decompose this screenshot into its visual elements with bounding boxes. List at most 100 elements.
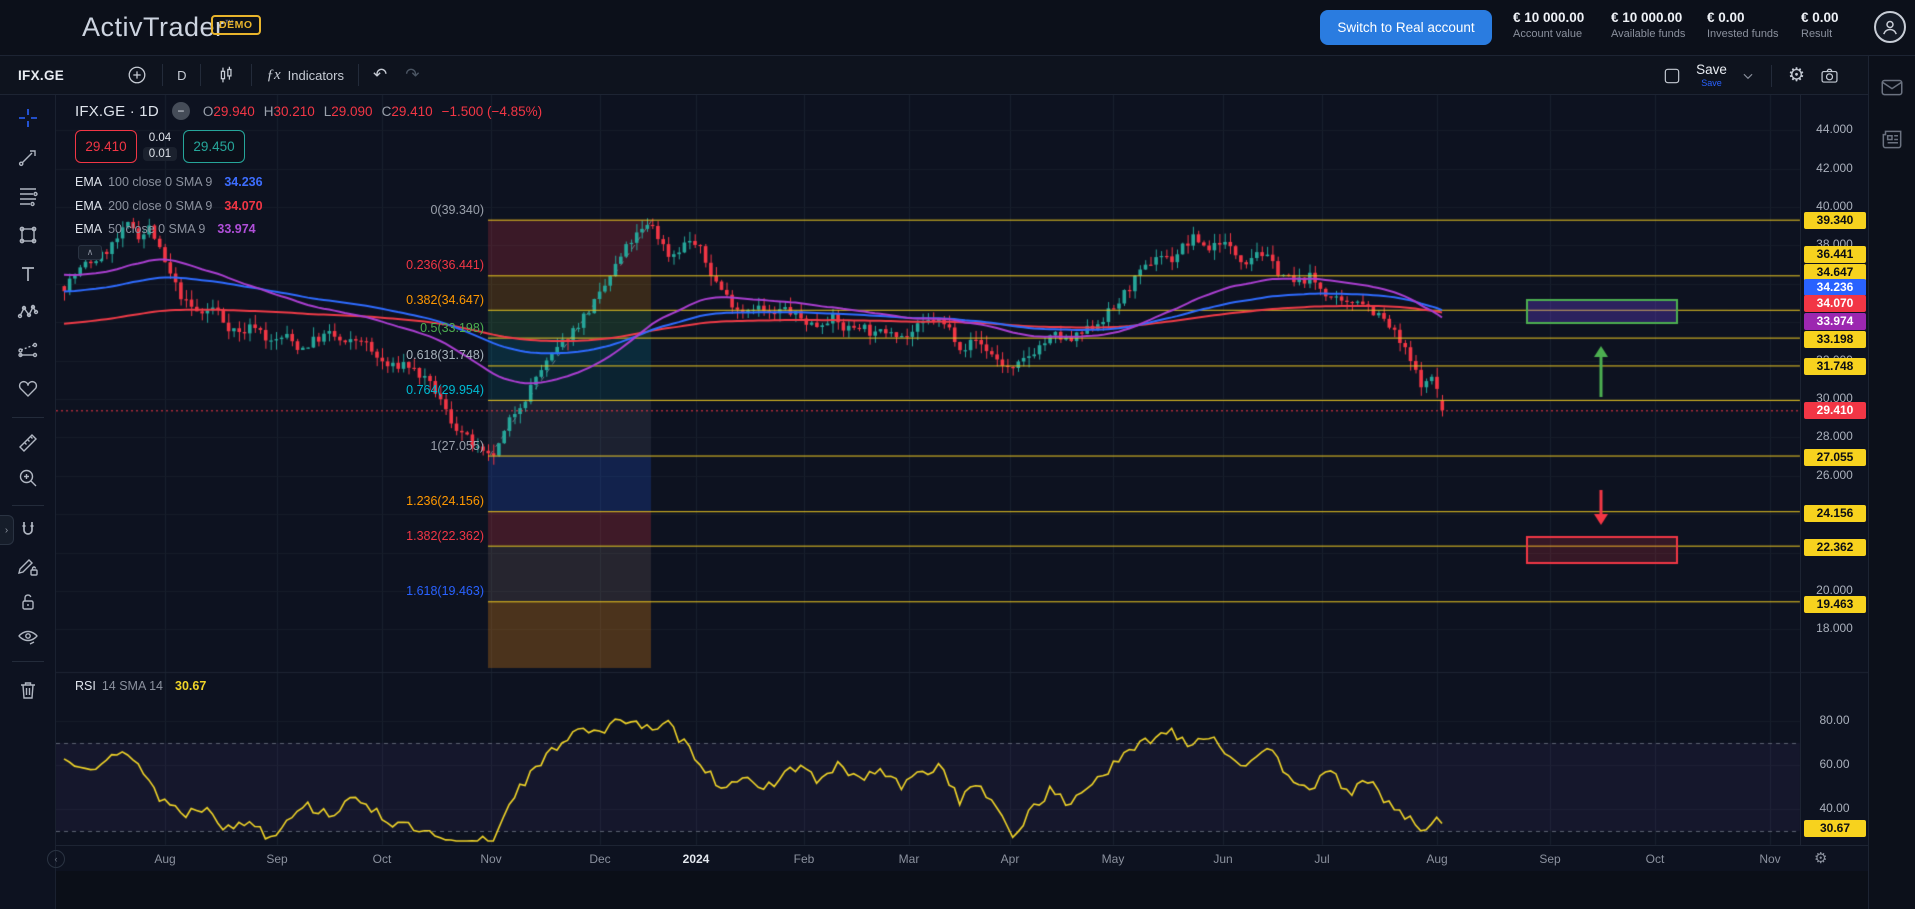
- sell-price-button[interactable]: 29.410: [75, 130, 137, 163]
- collapse-indicators-button[interactable]: ∧: [78, 245, 102, 260]
- fib-level-label-0.764[interactable]: 0.764(29.954): [56, 383, 484, 397]
- redo-button[interactable]: ↷: [405, 65, 419, 85]
- user-avatar[interactable]: [1874, 11, 1906, 43]
- axis-collapse-icon[interactable]: ‹: [47, 850, 65, 868]
- person-icon: [1880, 17, 1900, 37]
- icons-emoji-tool-button[interactable]: [11, 371, 45, 405]
- shapes-tool-button[interactable]: [11, 218, 45, 252]
- indicators-button[interactable]: ƒx Indicators: [266, 67, 344, 84]
- candles-icon: [215, 64, 237, 86]
- price-badge-30.67: 30.67: [1804, 820, 1866, 837]
- collapse-legend-button[interactable]: −: [172, 102, 190, 120]
- plus-circle-icon: [126, 64, 148, 86]
- chevron-down-icon[interactable]: [1741, 69, 1755, 83]
- fib-level-label-0.5[interactable]: 0.5(33.198): [56, 321, 484, 335]
- crosshair-tool-button[interactable]: [11, 101, 45, 135]
- tools-divider: [12, 661, 44, 662]
- time-tick-Jun: Jun: [1213, 852, 1232, 866]
- undo-button[interactable]: ↶: [373, 65, 387, 85]
- expand-tools-tab[interactable]: ›: [0, 515, 14, 545]
- zoom-in-tool-button[interactable]: [11, 461, 45, 495]
- snapshot-camera-icon[interactable]: [1819, 65, 1840, 86]
- time-tick-Sep: Sep: [1539, 852, 1560, 866]
- rsi-legend-row[interactable]: RSI 14 SMA 14 30.67: [75, 679, 206, 693]
- pencil-lock-icon: [16, 554, 40, 578]
- fib-level-label-0.236[interactable]: 0.236(36.441): [56, 258, 484, 272]
- spread-readout: 0.04 0.01: [137, 132, 183, 162]
- fx-icon: ƒx: [266, 67, 280, 84]
- ema50-legend-row[interactable]: EMA 50 close 0 SMA 9 33.974: [75, 222, 256, 236]
- price-tick-label: 20.000: [1801, 583, 1868, 597]
- messages-button[interactable]: [1879, 74, 1905, 100]
- price-axis[interactable]: 44.00042.00040.00038.00036.00034.00032.0…: [1800, 95, 1868, 845]
- price-badge-19.463: 19.463: [1804, 596, 1866, 613]
- chart-style-button[interactable]: [215, 64, 237, 86]
- ema100-legend-row[interactable]: EMA 100 close 0 SMA 9 34.236: [75, 175, 263, 189]
- time-tick-Dec: Dec: [589, 852, 610, 866]
- ema200-legend-row[interactable]: EMA 200 close 0 SMA 9 34.070: [75, 199, 263, 213]
- forecast-tool-button[interactable]: [11, 333, 45, 367]
- hide-drawings-button[interactable]: [11, 620, 45, 654]
- news-button[interactable]: [1879, 126, 1905, 152]
- time-tick-May: May: [1102, 852, 1125, 866]
- magnet-mode-button[interactable]: [11, 513, 45, 547]
- symbol-button[interactable]: IFX.GE: [18, 68, 64, 83]
- time-tick-Oct: Oct: [373, 852, 392, 866]
- heart-icon: [16, 376, 40, 400]
- switch-to-real-account-button[interactable]: Switch to Real account: [1320, 10, 1492, 45]
- price-badge-22.362: 22.362: [1804, 539, 1866, 556]
- price-badge-27.055: 27.055: [1804, 449, 1866, 466]
- envelope-icon: [1879, 74, 1905, 100]
- lock-drawings-button[interactable]: [11, 585, 45, 619]
- time-tick-Aug: Aug: [1426, 852, 1447, 866]
- remove-drawings-button[interactable]: [11, 673, 45, 707]
- compare-add-symbol-button[interactable]: [126, 64, 148, 86]
- toolbar-divider: [358, 64, 359, 86]
- quick-trade-widget: 29.410 0.04 0.01 29.450: [75, 130, 245, 163]
- fib-level-label-1[interactable]: 1(27.055): [56, 439, 484, 453]
- rsi-tick-label: 60.00: [1801, 757, 1868, 771]
- price-tick-label: 18.000: [1801, 621, 1868, 635]
- save-layout-button[interactable]: Save Save: [1696, 63, 1727, 88]
- top-bar: ActivTrader™ DEMO Switch to Real account…: [0, 0, 1915, 56]
- trend-line-icon: [16, 145, 40, 169]
- interval-button[interactable]: D: [177, 68, 186, 83]
- fib-level-label-1.236[interactable]: 1.236(24.156): [56, 494, 484, 508]
- ohlc-readout: O29.940 H30.210 L29.090 C29.410 −1.500 (…: [203, 104, 542, 119]
- time-tick-Feb: Feb: [794, 852, 815, 866]
- time-axis[interactable]: ‹ ⚙ AugSepOctNovDec2024FebMarAprMayJunJu…: [56, 845, 1868, 871]
- chart-symbol-title[interactable]: IFX.GE · 1D: [75, 103, 159, 120]
- fib-retracement-tool-button[interactable]: [11, 179, 45, 213]
- demo-badge: DEMO: [211, 15, 261, 35]
- time-tick-Jul: Jul: [1314, 852, 1329, 866]
- time-tick-Apr: Apr: [1001, 852, 1020, 866]
- fib-level-label-1.618[interactable]: 1.618(19.463): [56, 584, 484, 598]
- text-tool-button[interactable]: [11, 257, 45, 291]
- measure-tool-button[interactable]: [11, 426, 45, 460]
- eye-icon: [16, 625, 40, 649]
- time-axis-settings-gear-icon[interactable]: ⚙: [1814, 849, 1827, 867]
- patterns-tool-button[interactable]: [11, 295, 45, 329]
- price-badge-33.198: 33.198: [1804, 331, 1866, 348]
- fib-level-label-0.382[interactable]: 0.382(34.647): [56, 293, 484, 307]
- price-badge-24.156: 24.156: [1804, 505, 1866, 522]
- text-icon: [16, 262, 40, 286]
- price-tick-label: 42.000: [1801, 161, 1868, 175]
- magnet-icon: [16, 518, 40, 542]
- time-tick-Nov: Nov: [480, 852, 501, 866]
- buy-price-button[interactable]: 29.450: [183, 130, 245, 163]
- toolbar-divider: [200, 64, 201, 86]
- change-readout: −1.500 (−4.85%): [442, 104, 543, 119]
- available-funds-stat: € 10 000.00Available funds: [1611, 10, 1685, 40]
- drawing-tools-sidebar: ›: [0, 95, 56, 909]
- chart-settings-gear-icon[interactable]: ⚙: [1788, 64, 1805, 87]
- fib-level-label-1.382[interactable]: 1.382(22.362): [56, 529, 484, 543]
- trend-line-tool-button[interactable]: [11, 140, 45, 174]
- crosshair-icon: [16, 106, 40, 130]
- fib-level-label-0.618[interactable]: 0.618(31.748): [56, 348, 484, 362]
- drawing-mode-lock-button[interactable]: [11, 549, 45, 583]
- price-tick-label: 40.000: [1801, 199, 1868, 213]
- layout-select-button[interactable]: [1662, 66, 1682, 86]
- price-tick-label: 44.000: [1801, 122, 1868, 136]
- rsi-tick-label: 80.00: [1801, 713, 1868, 727]
